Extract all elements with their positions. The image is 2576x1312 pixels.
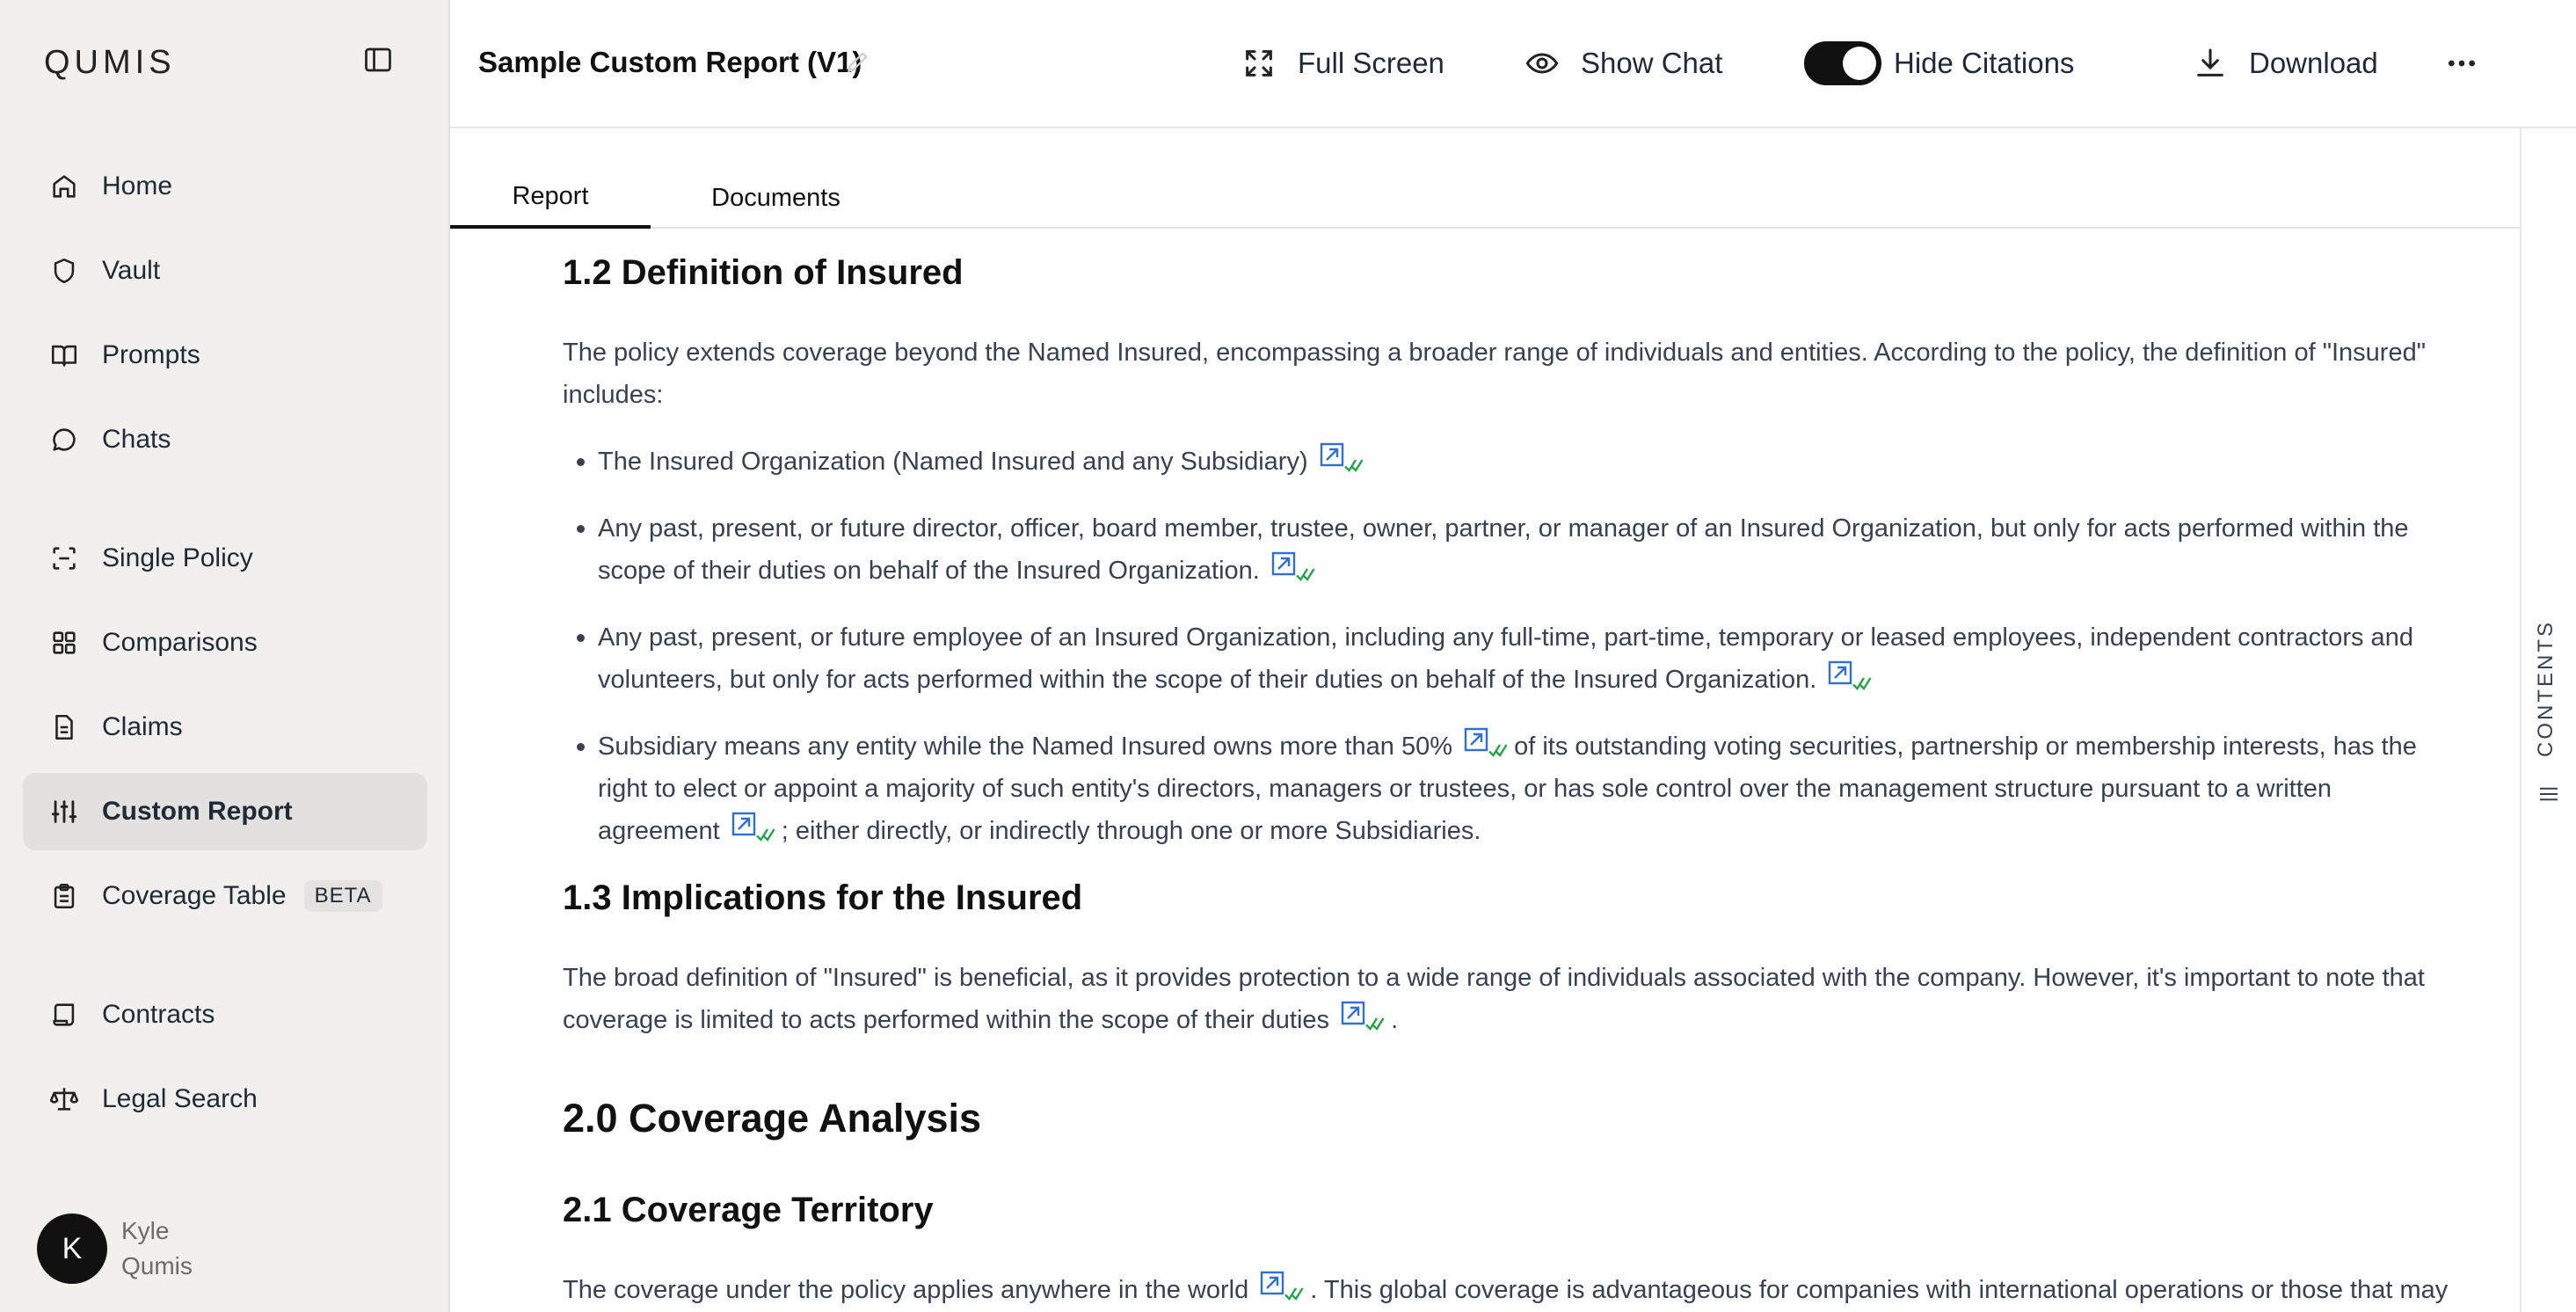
sliders-icon [51,800,77,823]
list-item: Subsidiary means any entity while the Na… [563,725,2453,852]
nav-label: Coverage Table [102,881,287,910]
citation-link-icon[interactable] [731,811,778,842]
home-icon [53,175,76,198]
chat-icon [53,428,76,451]
user-profile[interactable]: K Kyle Qumis [37,1214,193,1284]
nav-claims[interactable]: Claims [23,689,427,766]
full-screen-button[interactable]: Full Screen [1241,39,1444,88]
list-icon[interactable] [2536,781,2562,807]
paragraph: The broad definition of "Insured" is ben… [563,957,2453,1041]
grid-icon [53,631,76,654]
download-label: Download [2249,47,2378,79]
nav-chats[interactable]: Chats [23,401,427,478]
list-item: Any past, present, or future director, o… [563,507,2453,592]
paragraph-text: . [1391,1006,1399,1034]
nav-single-policy[interactable]: Single Policy [23,520,427,597]
list-item: The Insured Organization (Named Insured … [563,441,2453,483]
section-heading: 2.1 Coverage Territory [563,1191,934,1229]
list-item: Any past, present, or future employee of… [563,616,2453,701]
list-item-text: The Insured Organization (Named Insured … [598,448,1308,476]
nav-label: Chats [102,425,171,454]
section-heading: 1.2 Definition of Insured [563,253,964,292]
hide-citations-toggle[interactable]: Hide Citations [1804,39,2074,88]
user-first-name: Kyle [121,1217,170,1244]
full-screen-label: Full Screen [1298,47,1444,79]
insured-list: The Insured Organization (Named Insured … [563,441,2453,852]
report-tabs: Report Documents [450,167,2520,229]
sidebar-toggle-icon[interactable] [362,44,394,76]
nav-label: Legal Search [102,1084,258,1113]
nav-coverage-table[interactable]: Coverage Table BETA [23,857,427,935]
nav-label: Prompts [102,340,200,369]
paragraph-text: The broad definition of "Insured" is ben… [563,964,2425,1034]
list-item-text: Any past, present, or future director, o… [598,514,2409,585]
beta-badge: BETA [303,880,382,912]
clipboard-icon [54,883,75,909]
citation-link-icon[interactable] [1319,441,1366,473]
nav-label: Home [102,171,173,200]
list-item-text: ; either directly, or indirectly through… [781,817,1481,845]
show-chat-button[interactable]: Show Chat [1524,39,1722,88]
citation-link-icon[interactable] [1270,550,1318,582]
paragraph: The policy extends coverage beyond the N… [563,339,2427,409]
citation-link-icon[interactable] [1827,660,1874,691]
tab-documents[interactable]: Documents [651,167,901,229]
paragraph: The coverage under the policy applies an… [563,1269,2453,1312]
download-button[interactable]: Download [2193,39,2378,88]
eye-icon [1525,53,1559,74]
nav-prompts[interactable]: Prompts [23,317,427,394]
nav-home[interactable]: Home [23,148,427,225]
tab-report[interactable]: Report [450,167,651,229]
sidebar: QUMIS Home Vault Prompts Chats Single Po… [0,0,450,1312]
nav-legal-search[interactable]: Legal Search [23,1061,427,1138]
nav-label: Claims [102,712,183,741]
scale-icon [49,1088,79,1111]
citation-link-icon[interactable] [1259,1270,1306,1301]
list-item-text: Any past, present, or future employee of… [598,623,2413,694]
document-icon [55,714,73,740]
scan-icon [53,547,76,570]
scroll-icon [53,1003,75,1026]
nav-label: Contracts [102,1000,215,1029]
nav-contracts[interactable]: Contracts [23,976,427,1053]
nav-custom-report[interactable]: Custom Report [23,773,427,850]
shield-icon [54,258,75,284]
nav-vault[interactable]: Vault [23,232,427,310]
more-options-icon[interactable] [2444,46,2479,81]
nav-label: Comparisons [102,628,258,657]
contents-rail[interactable]: CONTENTS [2520,128,2576,1312]
paragraph-text: The coverage under the policy applies an… [563,1276,1249,1304]
report-title: Sample Custom Report (V1) [478,46,862,78]
user-name: Kyle Qumis [121,1214,193,1284]
header: Sample Custom Report (V1) Full Screen Sh… [450,0,2576,128]
hide-citations-label: Hide Citations [1894,47,2075,79]
contents-label: CONTENTS [2534,620,2558,757]
download-icon [2197,48,2223,77]
avatar: K [37,1214,107,1284]
nav-label: Vault [102,256,161,285]
section-heading: 2.0 Coverage Analysis [563,1096,982,1141]
nav-comparisons[interactable]: Comparisons [23,604,427,682]
citation-link-icon[interactable] [1340,1000,1387,1031]
expand-icon [1246,50,1272,77]
show-chat-label: Show Chat [1581,47,1723,79]
book-icon [51,345,77,367]
section-heading: 1.3 Implications for the Insured [563,878,1083,917]
nav-label: Custom Report [102,797,293,826]
user-last-name: Qumis [121,1252,193,1279]
report-content: 1.2 Definition of Insured The policy ext… [563,230,2453,1312]
nav-label: Single Policy [102,543,253,572]
list-item-text: Subsidiary means any entity while the Na… [598,733,1453,761]
qumis-logo[interactable]: QUMIS [44,44,176,82]
citation-link-icon[interactable] [1463,726,1510,758]
toggle-switch[interactable] [1804,41,1881,85]
pencil-icon[interactable] [844,47,872,76]
